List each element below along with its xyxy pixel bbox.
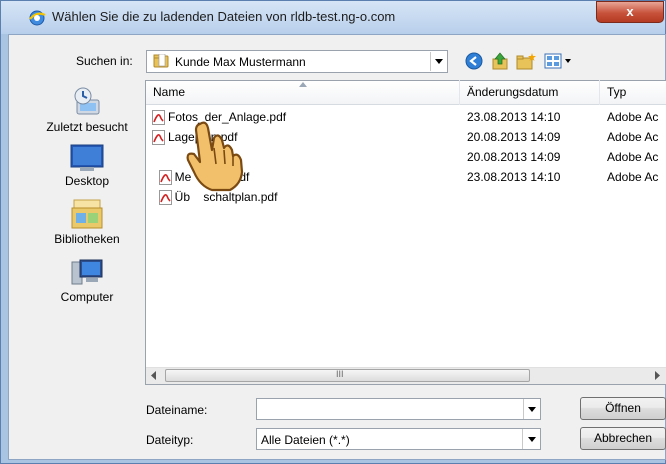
folder-icon bbox=[153, 54, 169, 68]
file-type: Adobe Ac bbox=[607, 150, 659, 164]
look-in-value: Kunde Max Mustermann bbox=[175, 55, 306, 69]
hand-pointer-icon bbox=[186, 121, 244, 192]
filetype-value: Alle Dateien (*.*) bbox=[261, 433, 350, 447]
filename-input[interactable] bbox=[256, 398, 541, 420]
file-date: 20.08.2013 14:09 bbox=[467, 130, 561, 144]
place-libraries-label: Bibliotheken bbox=[54, 232, 120, 246]
pdf-file-icon bbox=[158, 190, 172, 206]
chevron-down-icon bbox=[527, 436, 536, 442]
scroll-right-icon[interactable] bbox=[655, 371, 661, 380]
file-type: Adobe Ac bbox=[607, 110, 659, 124]
recent-places-icon bbox=[74, 87, 100, 115]
file-date: 23.08.2013 14:10 bbox=[467, 170, 561, 184]
horizontal-scroll-thumb[interactable]: III bbox=[165, 369, 530, 382]
cancel-button[interactable]: Abbrechen bbox=[580, 427, 666, 450]
column-header-name[interactable]: Name bbox=[146, 80, 460, 105]
browser-icon bbox=[29, 10, 46, 26]
scroll-left-icon[interactable] bbox=[151, 371, 157, 380]
column-header-name-label: Name bbox=[153, 85, 186, 99]
up-folder-icon[interactable] bbox=[491, 52, 509, 70]
view-menu-icon[interactable] bbox=[543, 52, 575, 70]
column-header-date[interactable]: Änderungsdatum bbox=[460, 80, 600, 105]
look-in-label: Suchen in: bbox=[76, 54, 133, 68]
new-folder-icon[interactable] bbox=[516, 52, 536, 70]
pdf-file-icon bbox=[152, 130, 165, 146]
filename-label: Dateiname: bbox=[146, 403, 208, 417]
filetype-combobox[interactable]: Alle Dateien (*.*) bbox=[256, 428, 541, 450]
file-type: Adobe Ac bbox=[607, 170, 659, 184]
window-title: Wählen Sie die zu ladenden Dateien von r… bbox=[52, 9, 396, 24]
place-recent-label: Zuletzt besucht bbox=[46, 120, 128, 134]
place-recent[interactable]: Zuletzt besucht bbox=[32, 86, 142, 134]
chevron-down-icon bbox=[528, 406, 536, 412]
place-computer[interactable]: Computer bbox=[32, 258, 142, 304]
filename-dropdown-button[interactable] bbox=[523, 399, 540, 419]
file-date: 20.08.2013 14:09 bbox=[467, 150, 561, 164]
place-desktop[interactable]: Desktop bbox=[32, 144, 142, 188]
computer-icon bbox=[71, 259, 103, 285]
scroll-grip: III bbox=[336, 369, 344, 379]
filetype-dropdown-button[interactable] bbox=[522, 429, 540, 449]
desktop-icon bbox=[70, 144, 104, 171]
close-button[interactable]: x bbox=[596, 1, 664, 23]
back-icon[interactable] bbox=[465, 52, 483, 70]
place-computer-label: Computer bbox=[60, 290, 114, 304]
libraries-icon bbox=[71, 199, 103, 229]
file-type: Adobe Ac bbox=[607, 130, 659, 144]
file-date: 23.08.2013 14:10 bbox=[467, 110, 561, 124]
sort-ascending-icon bbox=[299, 82, 307, 87]
pdf-file-icon bbox=[152, 110, 165, 126]
open-button[interactable]: Öffnen bbox=[580, 397, 666, 420]
place-desktop-label: Desktop bbox=[64, 174, 110, 188]
filetype-label: Dateityp: bbox=[146, 433, 194, 447]
place-libraries[interactable]: Bibliotheken bbox=[32, 198, 142, 246]
look-in-dropdown-button[interactable] bbox=[430, 52, 447, 71]
chevron-down-icon bbox=[435, 59, 443, 64]
column-header-type[interactable]: Typ bbox=[600, 80, 666, 105]
file-name: Üb schaltplan.pdf bbox=[174, 190, 278, 204]
